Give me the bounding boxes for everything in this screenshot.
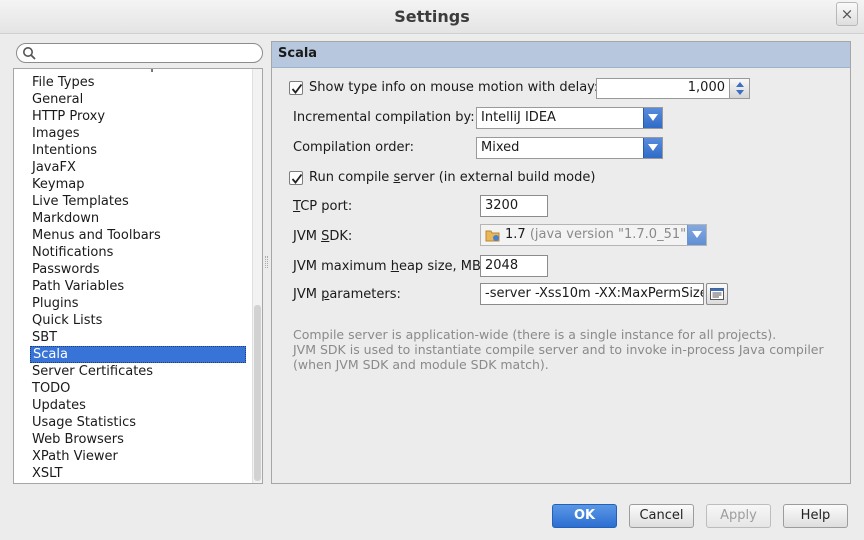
spinner-arrows-icon (736, 82, 744, 95)
tree-item[interactable]: JavaFX (14, 159, 254, 176)
spinner-buttons[interactable] (729, 79, 749, 98)
tree-item[interactable]: Notifications (14, 244, 254, 261)
heap-size-field[interactable]: 2048 (480, 255, 548, 277)
expand-editor-icon (710, 288, 724, 300)
incremental-value: IntelliJ IDEA (481, 110, 556, 125)
dropdown-button[interactable] (643, 108, 662, 128)
delay-value: 1,000 (687, 80, 725, 95)
expand-parameters-button[interactable] (706, 283, 728, 305)
tree-scrollbar[interactable] (252, 69, 262, 483)
sdk-folder-icon (485, 230, 500, 242)
incremental-combobox[interactable]: IntelliJ IDEA (476, 107, 663, 129)
label-part: DK: (329, 229, 353, 244)
tree-item[interactable]: Scala (30, 346, 246, 363)
settings-tree[interactable]: File and Code TemplatesFile TypesGeneral… (13, 68, 263, 484)
jvm-sdk-value: 1.7 (java version "1.7.0_51") (505, 227, 691, 242)
compilation-order-combobox[interactable]: Mixed (476, 137, 663, 159)
show-type-info-label: Show type info on mouse motion with dela… (309, 80, 599, 95)
tree-item[interactable]: Keymap (14, 176, 254, 193)
sdk-detail: (java version "1.7.0_51") (529, 227, 692, 242)
search-icon (23, 47, 36, 60)
label-part: JVM (293, 287, 322, 302)
info-line: Compile server is application-wide (ther… (293, 327, 777, 342)
chevron-down-icon (648, 144, 658, 151)
panel-title: Scala (278, 46, 318, 61)
checkmark-icon (291, 173, 303, 184)
show-type-info-checkbox[interactable] (289, 81, 303, 95)
cancel-button[interactable]: Cancel (629, 504, 694, 528)
compile-server-info: Compile server is application-wide (ther… (293, 327, 824, 372)
label-part: CP port: (300, 199, 353, 214)
apply-button[interactable]: Apply (706, 504, 771, 528)
tree-item[interactable]: Usage Statistics (14, 414, 254, 431)
window-title: Settings (394, 7, 470, 26)
chevron-down-icon (692, 231, 702, 238)
jvm-parameters-label: JVM parameters: (293, 287, 401, 302)
dropdown-button[interactable] (687, 225, 706, 245)
tree-item[interactable]: General (14, 91, 254, 108)
tree-item[interactable]: SBT (14, 329, 254, 346)
jvm-parameters-field[interactable]: -server -Xss10m -XX:MaxPermSize= (480, 283, 704, 305)
tree-item[interactable]: TODO (14, 380, 254, 397)
tree-item[interactable]: Quick Lists (14, 312, 254, 329)
heap-size-label: JVM maximum heap size, MB: (293, 259, 485, 274)
search-input[interactable] (39, 45, 254, 61)
label-part: JVM (293, 229, 322, 244)
tcp-port-field[interactable]: 3200 (480, 195, 548, 217)
delay-spinner[interactable]: 1,000 (596, 78, 750, 99)
tree-item[interactable]: Markdown (14, 210, 254, 227)
chevron-down-icon (648, 114, 658, 121)
tree-item[interactable]: Images (14, 125, 254, 142)
tcp-port-label: TCP port: (293, 199, 352, 214)
info-line: (when JVM SDK and module SDK match). (293, 357, 549, 372)
incremental-label: Incremental compilation by: (293, 110, 475, 125)
compilation-order-value: Mixed (481, 140, 520, 155)
tree-item[interactable]: XSLT (14, 465, 254, 482)
tree-item[interactable]: Menus and Toolbars (14, 227, 254, 244)
ok-button[interactable]: OK (552, 504, 617, 528)
tree-item[interactable]: Server Certificates (14, 363, 254, 380)
dropdown-button[interactable] (643, 138, 662, 158)
run-compile-server-checkbox[interactable] (289, 171, 303, 185)
tree-item[interactable]: File Types (14, 74, 254, 91)
label-part: eap size, MB: (398, 259, 486, 274)
tree-item[interactable]: Web Browsers (14, 431, 254, 448)
label-part: JVM maximum (293, 259, 391, 274)
tree-item[interactable]: Live Templates (14, 193, 254, 210)
tree-list: File and Code TemplatesFile TypesGeneral… (14, 69, 254, 482)
tree-item[interactable]: Plugins (14, 295, 254, 312)
title-bar: Settings × (0, 0, 864, 34)
jvm-sdk-label: JVM SDK: (293, 229, 352, 244)
mnemonic: h (390, 259, 399, 274)
label-part: Run compile (309, 170, 394, 185)
sdk-version: 1.7 (505, 227, 526, 242)
label-part: erver (in external build mode) (400, 170, 596, 185)
splitter-handle[interactable] (265, 256, 268, 268)
help-button[interactable]: Help (783, 504, 848, 528)
scala-settings-panel: Scala Show type info on mouse motion wit… (271, 41, 851, 484)
label-part: arameters: (329, 287, 401, 302)
info-line: JVM SDK is used to instantiate compile s… (293, 342, 824, 357)
tree-item[interactable]: Updates (14, 397, 254, 414)
compilation-order-label: Compilation order: (293, 140, 414, 155)
close-button[interactable]: × (836, 2, 858, 26)
tree-item[interactable]: HTTP Proxy (14, 108, 254, 125)
tree-item[interactable]: Path Variables (14, 278, 254, 295)
tree-item[interactable]: XPath Viewer (14, 448, 254, 465)
settings-search[interactable] (16, 43, 263, 63)
panel-header: Scala (272, 42, 850, 68)
jvm-sdk-combobox[interactable]: 1.7 (java version "1.7.0_51") (480, 224, 707, 246)
tree-scrollbar-thumb[interactable] (254, 305, 261, 481)
tree-item[interactable]: Intentions (14, 142, 254, 159)
close-icon: × (840, 5, 854, 23)
checkmark-icon (291, 83, 303, 94)
tree-item[interactable]: Passwords (14, 261, 254, 278)
run-compile-server-label: Run compile server (in external build mo… (309, 170, 595, 185)
